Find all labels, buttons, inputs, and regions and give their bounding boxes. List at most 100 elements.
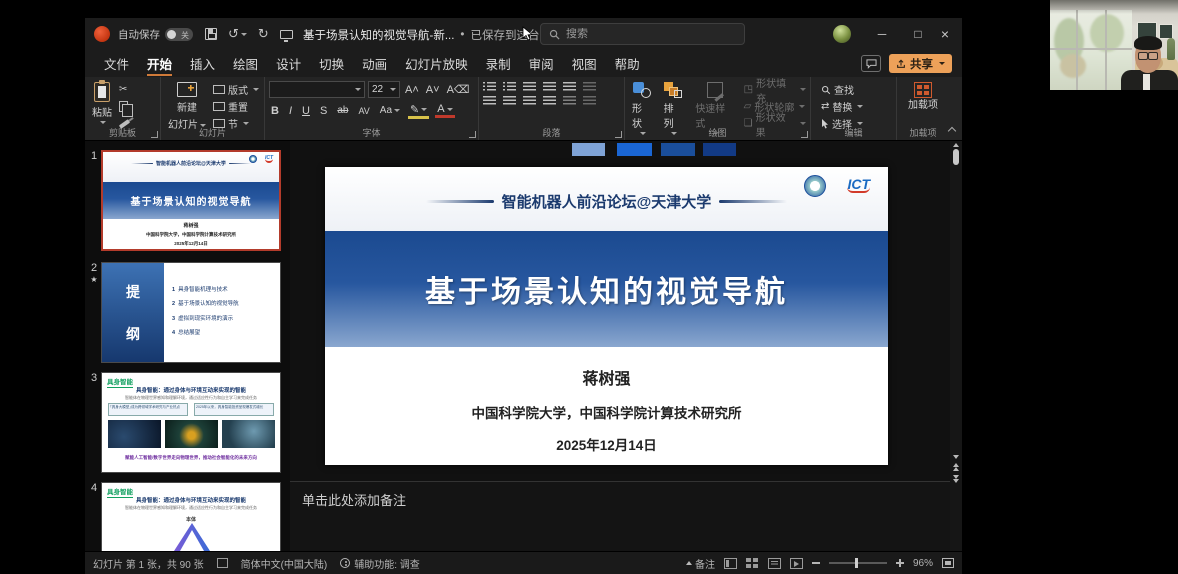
shrink-font-button[interactable]: A˅: [424, 84, 442, 96]
tab-record[interactable]: 录制: [477, 50, 520, 77]
autosave-toggle[interactable]: 关: [165, 28, 193, 41]
webcam-overlay[interactable]: [1043, 0, 1178, 90]
replace-button[interactable]: ⇄ 替换: [821, 100, 892, 113]
clear-formatting-button[interactable]: A⌫: [445, 83, 472, 96]
notes-placeholder[interactable]: 单击此处添加备注: [302, 490, 406, 509]
slide-sorter-view-button[interactable]: [746, 558, 759, 569]
bold-button[interactable]: B: [269, 105, 281, 117]
slide-date[interactable]: 2025年12月14日: [325, 434, 888, 454]
align-right-icon[interactable]: [523, 96, 536, 107]
canvas-shape-4[interactable]: [703, 143, 736, 156]
language-indicator[interactable]: 简体中文(中国大陆): [241, 556, 328, 571]
scrollbar-thumb[interactable]: [953, 149, 959, 165]
tab-view[interactable]: 视图: [563, 50, 606, 77]
change-case-button[interactable]: Aa: [378, 105, 402, 116]
font-color-button[interactable]: A: [435, 103, 454, 118]
notes-pane[interactable]: 单击此处添加备注: [290, 481, 950, 551]
tab-help[interactable]: 帮助: [606, 50, 649, 77]
reset-button[interactable]: 重置: [213, 100, 259, 113]
slide-affiliation[interactable]: 中国科学院大学，中国科学院计算技术研究所: [325, 402, 888, 422]
character-spacing-button[interactable]: AV: [356, 106, 371, 116]
tab-review[interactable]: 审阅: [520, 50, 563, 77]
text-direction-icon[interactable]: [583, 82, 596, 93]
slide-author[interactable]: 蒋树强: [325, 365, 888, 389]
scroll-up-arrow-icon[interactable]: [953, 143, 959, 147]
numbering-icon[interactable]: [503, 82, 516, 93]
reading-view-button[interactable]: [768, 558, 781, 569]
start-slideshow-icon[interactable]: [280, 30, 293, 39]
canvas-shape-3[interactable]: [661, 143, 695, 156]
text-shadow-button[interactable]: S: [318, 105, 329, 117]
strikethrough-button[interactable]: ab: [335, 105, 350, 116]
copy-button[interactable]: [119, 100, 130, 113]
display-settings-icon[interactable]: [217, 558, 228, 568]
previous-slide-button[interactable]: [950, 463, 962, 471]
search-box[interactable]: [540, 23, 745, 45]
shape-fill-button[interactable]: ◳ 形状填充: [744, 83, 806, 96]
slideshow-view-button[interactable]: [790, 558, 803, 569]
slide-counter[interactable]: 幻灯片 第 1 张，共 90 张: [93, 556, 204, 571]
save-icon[interactable]: [205, 28, 217, 40]
bullets-icon[interactable]: [483, 82, 496, 93]
scroll-down-arrow-icon[interactable]: [953, 455, 959, 459]
fit-slide-to-window-button[interactable]: [942, 558, 954, 568]
close-button[interactable]: ×: [928, 18, 962, 50]
slide-1-thumbnail[interactable]: 智能机器人前沿论坛@天津大学 ICT 基于场景认知的视觉导航 蒋树强 中国科学院…: [101, 150, 281, 251]
vertical-scrollbar[interactable]: [950, 141, 962, 551]
tab-design[interactable]: 设计: [267, 50, 310, 77]
minimize-button[interactable]: ─: [865, 18, 899, 50]
font-size-combobox[interactable]: 22: [368, 81, 400, 98]
autosave-control[interactable]: 自动保存 关: [118, 27, 193, 42]
zoom-in-button[interactable]: [896, 559, 904, 567]
tab-animations[interactable]: 动画: [353, 50, 396, 77]
next-slide-button[interactable]: [950, 475, 962, 483]
accessibility-checker[interactable]: 辅助功能: 调查: [340, 556, 420, 571]
slide-canvas[interactable]: 智能机器人前沿论坛@天津大学 ICT 基于场景认知的视觉导航 蒋树强 中国科学院…: [290, 141, 950, 481]
canvas-shape-1[interactable]: [572, 143, 605, 156]
font-name-combobox[interactable]: [269, 81, 365, 98]
smartart-convert-icon[interactable]: [583, 96, 596, 107]
slide-title[interactable]: 基于场景认知的视觉导航: [325, 231, 888, 347]
search-input[interactable]: [566, 28, 716, 40]
clipboard-dialog-launcher-icon[interactable]: [151, 131, 158, 138]
tab-draw[interactable]: 绘图: [224, 50, 267, 77]
highlight-color-button[interactable]: ✎: [408, 103, 429, 119]
tab-transitions[interactable]: 切换: [310, 50, 353, 77]
addins-button[interactable]: 加载项: [901, 80, 945, 113]
zoom-level[interactable]: 96%: [913, 558, 933, 569]
justify-icon[interactable]: [543, 96, 556, 107]
slide-2-thumbnail[interactable]: 提纲 1 具身智能机理与技术 2 基于场景认知的视觉导航 3 虚拟到现实环境的演…: [101, 262, 281, 363]
tab-file[interactable]: 文件: [95, 50, 138, 77]
font-dialog-launcher-icon[interactable]: [469, 131, 476, 138]
account-avatar[interactable]: [833, 25, 851, 43]
italic-button[interactable]: I: [287, 105, 294, 117]
line-spacing-icon[interactable]: [563, 82, 576, 93]
tab-slideshow[interactable]: 幻灯片放映: [396, 50, 477, 77]
slide-3-thumbnail[interactable]: 具身智能 具身智能：通过身体与环境互动来实现的智能 智能体在物理世界感知和理解环…: [101, 372, 281, 473]
zoom-slider[interactable]: [829, 562, 887, 564]
columns-icon[interactable]: [563, 96, 576, 107]
tab-home[interactable]: 开始: [138, 50, 181, 77]
notes-toggle-button[interactable]: 备注: [686, 556, 715, 571]
grow-font-button[interactable]: A˄: [403, 84, 421, 96]
tab-insert[interactable]: 插入: [181, 50, 224, 77]
redo-button[interactable]: ↻: [258, 26, 269, 42]
zoom-slider-thumb[interactable]: [855, 558, 858, 568]
share-button[interactable]: 共享: [889, 54, 952, 73]
undo-button[interactable]: ↺: [228, 26, 247, 42]
layout-button[interactable]: 版式: [213, 83, 259, 96]
align-left-icon[interactable]: [483, 96, 496, 107]
normal-view-button[interactable]: [724, 558, 737, 569]
decrease-indent-icon[interactable]: [523, 82, 536, 93]
drawing-dialog-launcher-icon[interactable]: [801, 131, 808, 138]
canvas-shape-2[interactable]: [617, 143, 652, 156]
document-title-area[interactable]: 基于场景认知的视觉导航-新... • 已保存到这台电脑: [303, 27, 576, 43]
align-center-icon[interactable]: [503, 96, 516, 107]
collapse-ribbon-icon[interactable]: [948, 127, 956, 135]
powerpoint-app-icon[interactable]: [94, 26, 110, 42]
cut-button[interactable]: ✂: [119, 83, 130, 96]
find-button[interactable]: 查找: [821, 83, 892, 96]
current-slide[interactable]: 智能机器人前沿论坛@天津大学 ICT 基于场景认知的视觉导航 蒋树强 中国科学院…: [325, 167, 888, 465]
comments-button[interactable]: [861, 55, 881, 72]
zoom-out-button[interactable]: [812, 562, 820, 564]
